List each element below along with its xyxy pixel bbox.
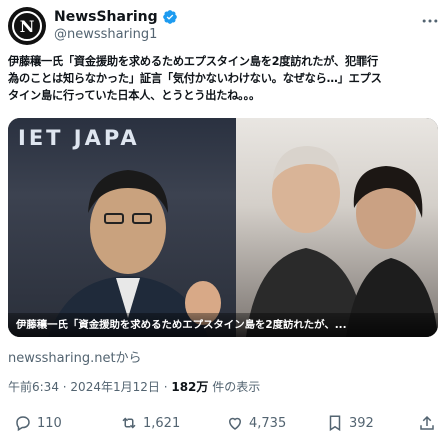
like-count: 4,735 [249,415,287,431]
reply-icon [16,416,30,432]
avatar-letter: N [12,11,42,41]
tweet-meta: 午前6:34 · 2024年1月12日 · 182万 件の表示 [8,378,260,395]
handle[interactable]: @newssharing1 [54,27,157,42]
repost-icon [122,417,136,429]
repost-count: 1,621 [143,415,181,431]
bookmark-count: 392 [349,415,374,431]
tweet-header: N NewsSharing @newssharing1 [8,7,440,47]
bookmark-button[interactable]: 392 [326,414,374,432]
display-name[interactable]: NewsSharing [54,9,158,25]
person-silhouette-left [48,170,221,337]
media-caption: 伊藤穰一氏「資金援助を求めるためエプスタイン島を2度訪れたが、... [8,313,438,337]
view-label: 件の表示 [212,380,261,394]
heart-icon [228,417,242,430]
action-bar: 110 1,621 4,735 392 [8,414,438,438]
like-button[interactable]: 4,735 [226,414,286,432]
media-photo-left: IET JAPA [8,118,236,337]
bookmark-icon [329,415,341,432]
view-count: 182万 [171,380,209,394]
media-photo-right [236,118,438,337]
tweet-text-line: 伊藤穰一氏「資金援助を求めるためエプスタイン島を2度訪れたが、犯罪行 [8,55,378,68]
tweet-text-line: タイン島に行っていた日本人、とうとう出たね。。。 [8,89,260,102]
tweet-text-line: 為のことは知らなかった」証言「気付かないわけない。なぜなら…」エプス [8,72,382,85]
name-row: NewsSharing [54,9,178,25]
link-source[interactable]: newssharing.netから [8,347,142,366]
share-button[interactable] [418,414,441,432]
repost-button[interactable]: 1,621 [120,414,180,432]
person-silhouette-right [246,146,438,337]
tweet-date[interactable]: 2024年1月12日 [70,380,159,394]
more-options-icon[interactable] [420,11,440,31]
tweet-text: 伊藤穰一氏「資金援助を求めるためエプスタイン島を2度訪れたが、犯罪行 為のことは… [8,53,438,104]
verified-badge-icon [162,10,177,24]
tweet-media[interactable]: IET JAPA 伊藤穰一氏「資金援助を求めるためエプスタイン島を2度訪れたが、… [8,118,438,337]
tweet-time[interactable]: 午前6:34 [8,380,59,394]
avatar[interactable]: N [8,7,46,45]
reply-count: 110 [37,415,62,431]
reply-button[interactable]: 110 [14,414,62,432]
share-icon [420,415,434,430]
